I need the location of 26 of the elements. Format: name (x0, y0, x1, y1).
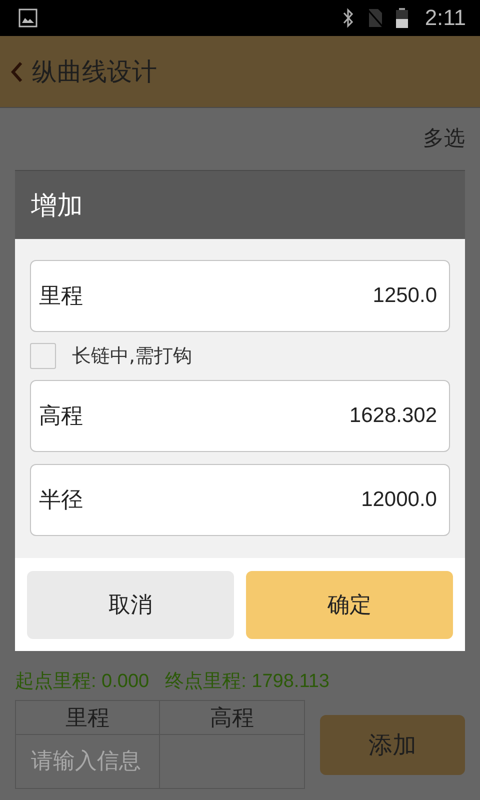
page-title: 纵曲线设计 (32, 56, 157, 88)
input-field[interactable]: 半径 12000.0 (30, 464, 450, 536)
start-mileage-text: 起点里程: 0.000 (15, 670, 150, 694)
back-button[interactable] (10, 60, 24, 82)
bluetooth-icon (340, 7, 355, 29)
dialog-title: 增加 (15, 170, 465, 239)
field-value: 1628.302 (348, 404, 437, 428)
battery-icon (394, 7, 409, 29)
end-mileage-text: 终点里程: 1798.113 (165, 670, 330, 694)
field-label: 半径 (39, 487, 83, 515)
field-label: 高程 (39, 403, 83, 431)
back-icon (10, 60, 24, 82)
table-input-field[interactable]: 请输入信息 (16, 749, 159, 774)
checkbox[interactable] (30, 343, 56, 369)
confirm-button[interactable]: 确定 (246, 571, 453, 639)
field-value: 12000.0 (360, 488, 437, 512)
checkbox-label: 长链中,需打钩 (72, 344, 192, 369)
input-field[interactable]: 里程 1250.0 (30, 260, 450, 332)
column-header: 里程 (16, 701, 160, 735)
field-label: 里程 (39, 283, 83, 311)
column-header: 高程 (160, 701, 304, 735)
image-icon (18, 8, 38, 28)
status-time: 2:11 (424, 5, 466, 31)
cancel-button[interactable]: 取消 (27, 571, 234, 639)
field-value: 1250.0 (372, 284, 437, 308)
input-field[interactable]: 高程 1628.302 (30, 380, 450, 452)
